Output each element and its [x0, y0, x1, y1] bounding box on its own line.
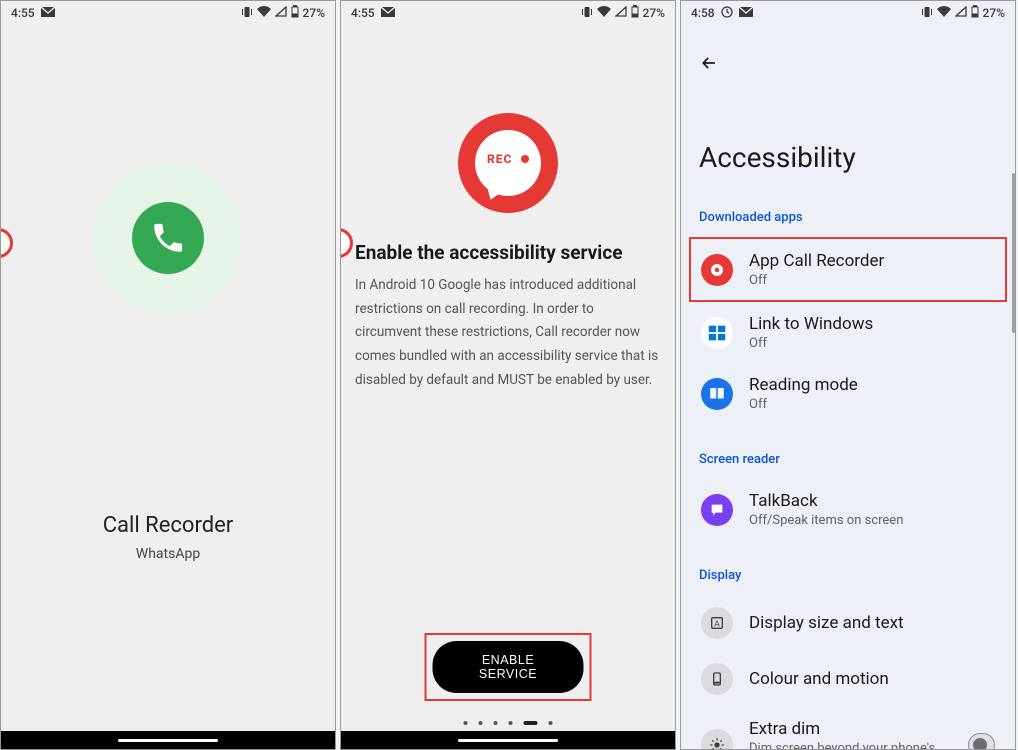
highlight-box: ENABLE SERVICE — [425, 633, 592, 701]
page-title: Accessibility — [695, 141, 1001, 174]
scrollbar[interactable] — [1012, 173, 1015, 333]
status-bar: 4:55 27% — [341, 1, 675, 23]
app-logo: REC — [458, 113, 558, 213]
extra-dim-icon — [701, 729, 733, 750]
status-time: 4:55 — [351, 6, 375, 20]
navigation-bar[interactable] — [341, 731, 675, 749]
reading-mode-icon — [701, 378, 733, 410]
signal-icon — [275, 6, 287, 20]
status-bar: 4:55 27% — [1, 1, 335, 23]
battery-icon — [971, 5, 979, 21]
item-reading-mode[interactable]: Reading mode Off — [695, 363, 1001, 424]
status-time: 4:55 — [11, 6, 35, 20]
phone-icon — [132, 202, 204, 274]
clock-icon — [721, 6, 733, 21]
item-colour-motion[interactable]: Colour and motion — [695, 651, 1001, 707]
mail-icon — [739, 6, 753, 20]
wifi-icon — [257, 6, 271, 20]
item-subtitle: Off — [749, 336, 873, 351]
call-icon-background — [93, 163, 243, 313]
phone-screen-1: 4:55 27% Call Re — [0, 0, 336, 750]
signal-icon — [615, 6, 627, 20]
item-subtitle: Off/Speak items on screen — [749, 513, 903, 528]
item-title: Link to Windows — [749, 314, 873, 334]
item-extra-dim[interactable]: Extra dim Dim screen beyond your phone's… — [695, 707, 1001, 750]
app-title: Call Recorder — [103, 513, 234, 538]
display-size-icon: A — [701, 607, 733, 639]
svg-text:A: A — [714, 619, 720, 628]
record-dot-icon — [521, 155, 529, 163]
phone-screen-3: 4:58 27% Accessibility Downloaded apps A — [680, 0, 1016, 750]
colour-motion-icon — [701, 663, 733, 695]
item-title: Colour and motion — [749, 669, 889, 689]
item-title: Reading mode — [749, 375, 858, 395]
item-talkback[interactable]: TalkBack Off/Speak items on screen — [695, 479, 1001, 540]
mail-icon — [41, 6, 55, 20]
status-bar: 4:58 27% — [681, 1, 1015, 23]
mail-icon — [381, 6, 395, 20]
wifi-icon — [597, 6, 611, 20]
navigation-bar[interactable] — [1, 731, 335, 749]
onboarding-heading: Enable the accessibility service — [351, 241, 626, 264]
onboarding-body: In Android 10 Google has introduced addi… — [351, 274, 665, 392]
rec-label: REC — [487, 152, 512, 166]
item-title: Extra dim — [749, 719, 952, 739]
extra-dim-toggle[interactable] — [968, 733, 995, 750]
wifi-icon — [937, 6, 951, 20]
app-subtitle: WhatsApp — [136, 546, 200, 562]
link-to-windows-icon — [701, 317, 733, 349]
status-time: 4:58 — [691, 6, 715, 20]
battery-pct: 27% — [643, 6, 665, 20]
battery-icon — [291, 5, 299, 21]
talkback-icon — [701, 494, 733, 526]
battery-icon — [631, 5, 639, 21]
item-title: TalkBack — [749, 491, 903, 511]
phone-screen-2: 4:55 27% REC Enable the accessibility se… — [340, 0, 676, 750]
section-screen-reader: Screen reader — [695, 452, 1001, 467]
item-subtitle: Off — [749, 273, 884, 288]
item-subtitle: Off — [749, 397, 858, 412]
signal-icon — [955, 6, 967, 20]
page-indicator — [464, 721, 553, 725]
item-title: App Call Recorder — [749, 251, 884, 271]
app-call-recorder-icon — [701, 254, 733, 286]
record-bubble-peek[interactable] — [0, 228, 13, 258]
section-display: Display — [695, 568, 1001, 583]
back-icon[interactable] — [699, 58, 719, 77]
vibrate-icon — [241, 6, 253, 21]
enable-service-button[interactable]: ENABLE SERVICE — [433, 641, 584, 693]
item-link-to-windows[interactable]: Link to Windows Off — [695, 302, 1001, 363]
battery-pct: 27% — [303, 6, 325, 20]
item-subtitle: Dim screen beyond your phone's minimum b… — [749, 741, 952, 750]
vibrate-icon — [581, 6, 593, 21]
vibrate-icon — [921, 6, 933, 21]
item-title: Display size and text — [749, 613, 904, 633]
item-display-size[interactable]: A Display size and text — [695, 595, 1001, 651]
item-app-call-recorder[interactable]: App Call Recorder Off — [689, 237, 1007, 302]
section-downloaded-apps: Downloaded apps — [695, 210, 1001, 225]
battery-pct: 27% — [983, 6, 1005, 20]
